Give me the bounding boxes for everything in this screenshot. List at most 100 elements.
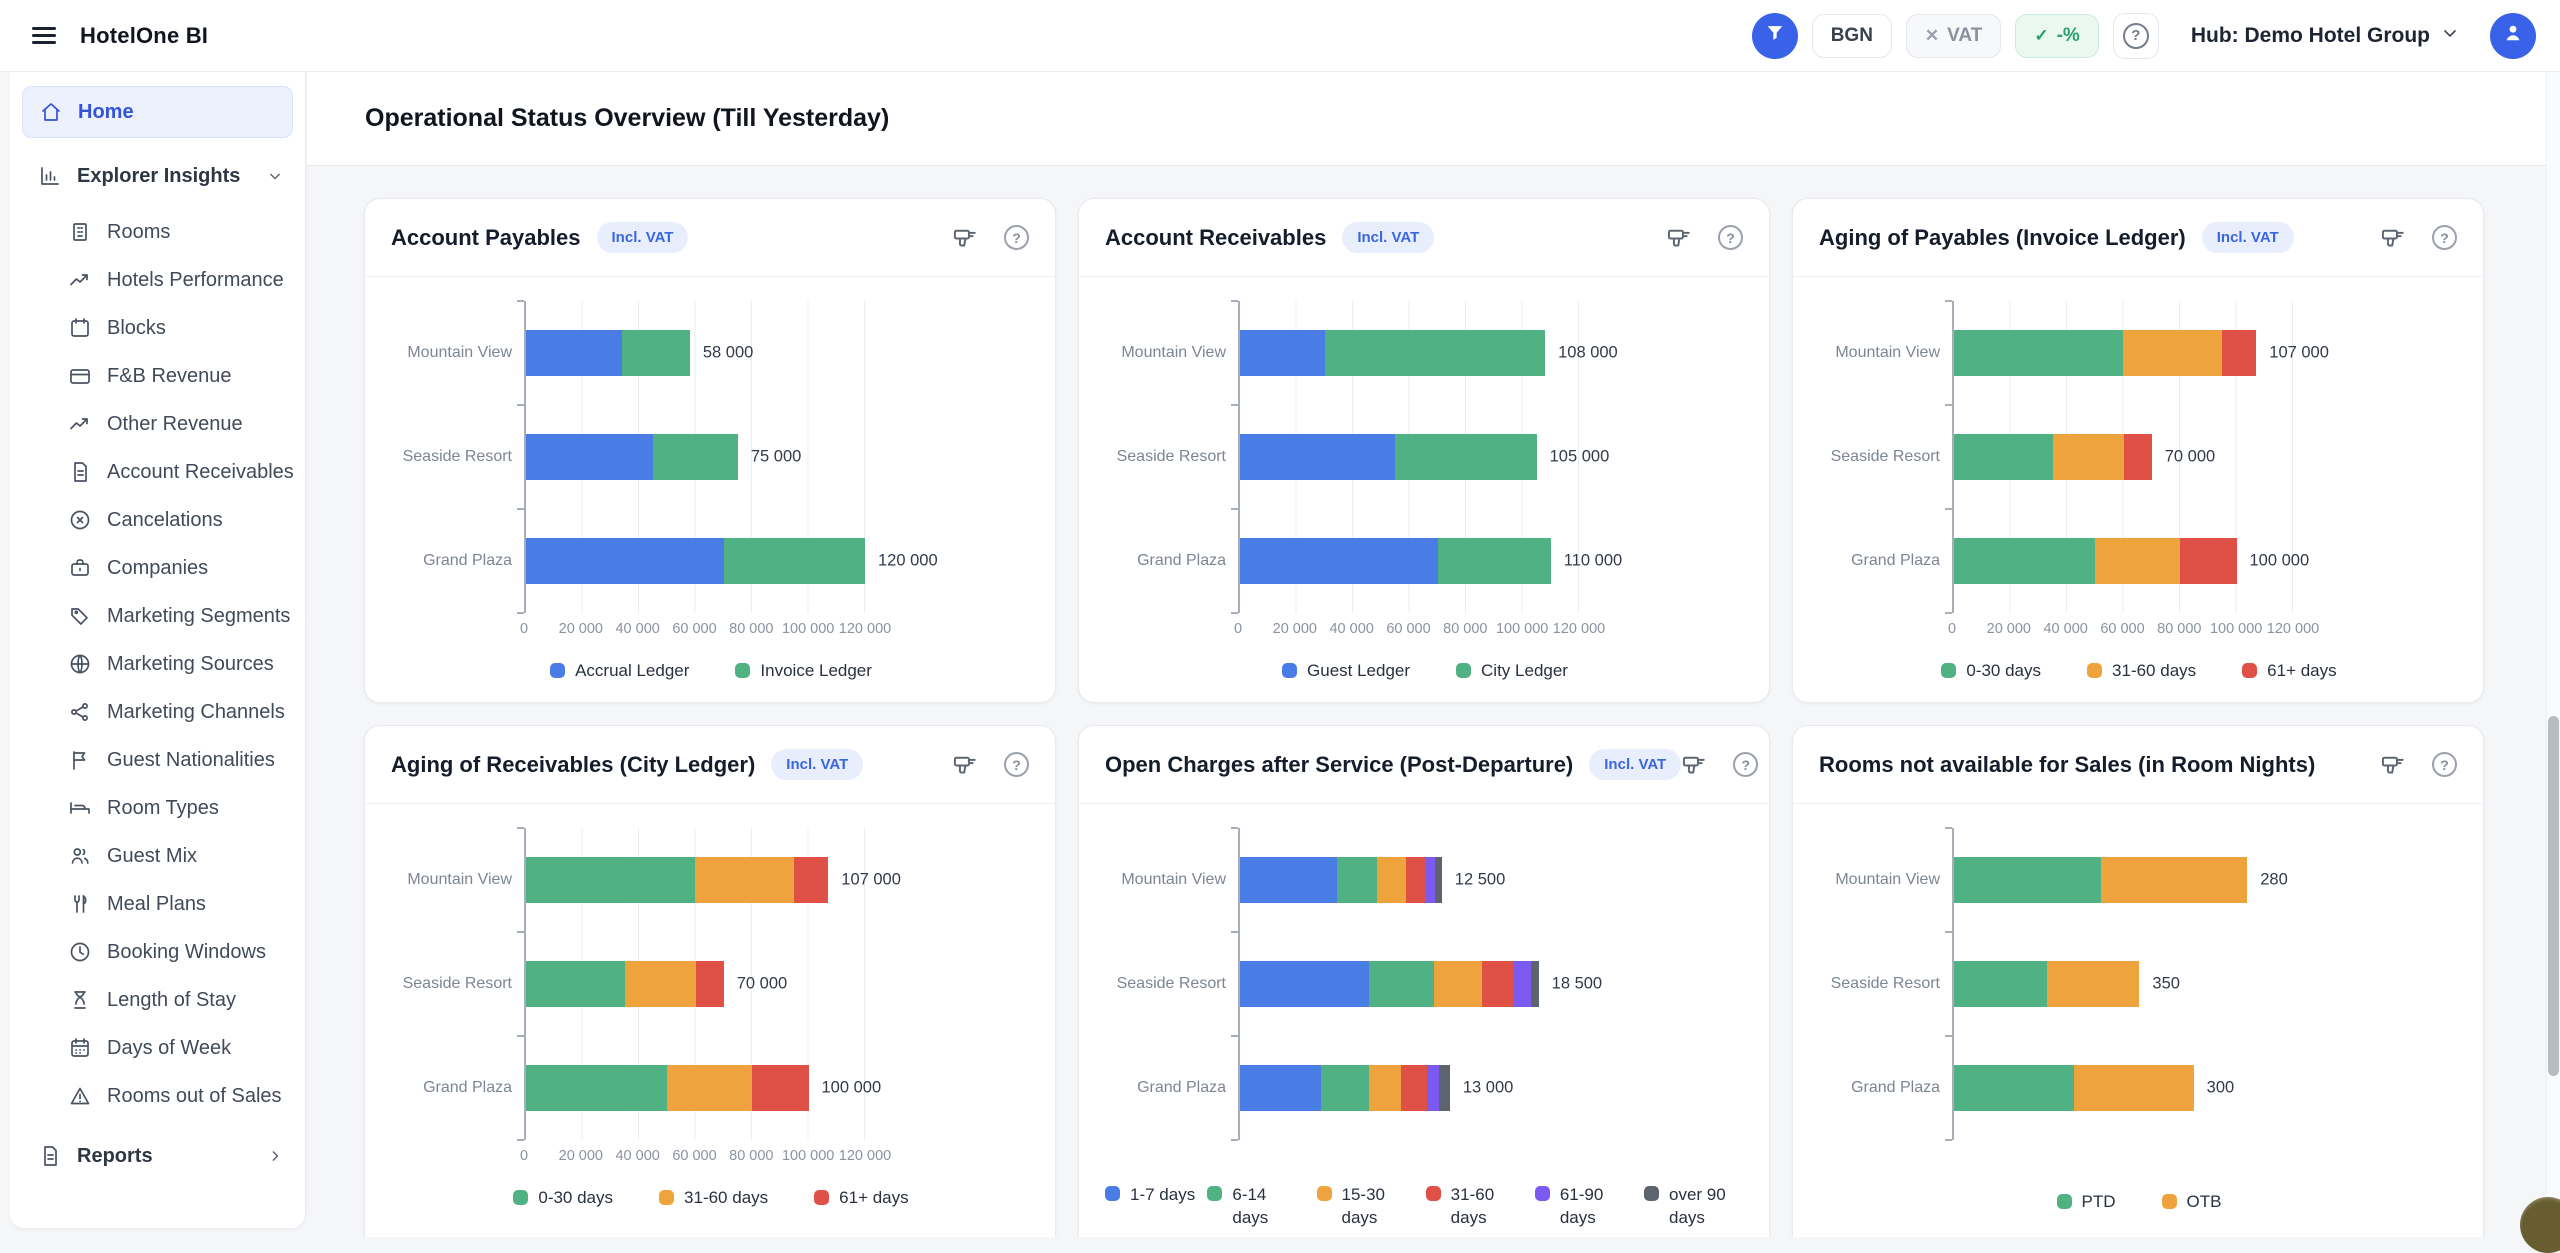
- bar-segment-61-days[interactable]: [2180, 538, 2237, 584]
- sidebar-item-blocks[interactable]: Blocks: [10, 304, 305, 352]
- bar-segment-61-days[interactable]: [2124, 434, 2152, 480]
- sidebar-item-reports[interactable]: Reports: [10, 1132, 305, 1180]
- bar-segment-1-7-days[interactable]: [1240, 961, 1369, 1007]
- sidebar-item-rooms[interactable]: Rooms: [10, 208, 305, 256]
- legend-item-0-30-days[interactable]: 0-30 days: [1941, 661, 2041, 681]
- chart-help-icon[interactable]: ?: [2432, 225, 2457, 250]
- legend-item-61-days[interactable]: 61+ days: [2242, 661, 2336, 681]
- bar-segment-6-14-days[interactable]: [1337, 857, 1377, 903]
- legend-item-invoice-ledger[interactable]: Invoice Ledger: [735, 661, 872, 681]
- bar-segment-otb[interactable]: [2074, 1065, 2194, 1111]
- legend-item-over-90-days[interactable]: over 90 days: [1644, 1184, 1741, 1230]
- bar-segment-31-60-days[interactable]: [2123, 330, 2222, 376]
- bar-segment-city-ledger[interactable]: [1325, 330, 1545, 376]
- legend-item-31-60-days[interactable]: 31-60 days: [2087, 661, 2196, 681]
- bar-segment-city-ledger[interactable]: [1395, 434, 1536, 480]
- sidebar-item-marketing-channels[interactable]: Marketing Channels: [10, 688, 305, 736]
- chart-help-icon[interactable]: ?: [1004, 225, 1029, 250]
- sidebar-item-booking-windows[interactable]: Booking Windows: [10, 928, 305, 976]
- user-avatar[interactable]: [2490, 13, 2536, 59]
- bar-segment-15-30-days[interactable]: [1377, 857, 1406, 903]
- bar-segment-accrual-ledger[interactable]: [526, 538, 724, 584]
- chart-help-icon[interactable]: ?: [1733, 752, 1758, 777]
- sidebar-item-rooms-out-of-sales[interactable]: Rooms out of Sales: [10, 1072, 305, 1120]
- bar-segment-accrual-ledger[interactable]: [526, 330, 622, 376]
- drilldown-icon[interactable]: [2380, 751, 2408, 779]
- bar-segment-ptd[interactable]: [1954, 961, 2047, 1007]
- legend-item-31-60-days[interactable]: 31-60 days: [659, 1188, 768, 1208]
- sidebar-item-days-of-week[interactable]: Days of Week: [10, 1024, 305, 1072]
- chart-help-icon[interactable]: ?: [1004, 752, 1029, 777]
- bar-segment-31-60-days[interactable]: [667, 1065, 752, 1111]
- bar-segment-6-14-days[interactable]: [1321, 1065, 1369, 1111]
- legend-item-61-90-days[interactable]: 61-90 days: [1535, 1184, 1632, 1230]
- hub-selector[interactable]: Hub: Demo Hotel Group: [2191, 23, 2460, 49]
- bar-segment-61-days[interactable]: [2222, 330, 2256, 376]
- sidebar-item-room-types[interactable]: Room Types: [10, 784, 305, 832]
- bar-segment-31-60-days[interactable]: [625, 961, 696, 1007]
- chart-help-icon[interactable]: ?: [2432, 752, 2457, 777]
- legend-item-6-14-days[interactable]: 6-14 days: [1207, 1184, 1304, 1230]
- legend-item-accrual-ledger[interactable]: Accrual Ledger: [550, 661, 689, 681]
- bar-segment-invoice-ledger[interactable]: [724, 538, 865, 584]
- filter-button[interactable]: [1752, 13, 1798, 59]
- bar-segment-0-30-days[interactable]: [526, 961, 625, 1007]
- chart-help-icon[interactable]: ?: [1718, 225, 1743, 250]
- sidebar-item-other-revenue[interactable]: Other Revenue: [10, 400, 305, 448]
- bar-segment-31-60-days[interactable]: [2053, 434, 2124, 480]
- sidebar-item-explorer-insights[interactable]: Explorer Insights: [10, 152, 305, 200]
- legend-item-city-ledger[interactable]: City Ledger: [1456, 661, 1568, 681]
- bar-segment-15-30-days[interactable]: [1369, 1065, 1401, 1111]
- bar-segment-0-30-days[interactable]: [1954, 538, 2095, 584]
- bar-segment-guest-ledger[interactable]: [1240, 538, 1438, 584]
- bar-segment-15-30-days[interactable]: [1434, 961, 1482, 1007]
- vat-toggle[interactable]: ✕ VAT: [1906, 14, 2001, 58]
- sidebar-item-guest-mix[interactable]: Guest Mix: [10, 832, 305, 880]
- sidebar-item-cancelations[interactable]: Cancelations: [10, 496, 305, 544]
- sidebar-item-meal-plans[interactable]: Meal Plans: [10, 880, 305, 928]
- help-button[interactable]: ?: [2113, 13, 2159, 59]
- bar-segment-accrual-ledger[interactable]: [526, 434, 653, 480]
- sidebar-item-hotels-performance[interactable]: Hotels Performance: [10, 256, 305, 304]
- bar-segment-31-60-days[interactable]: [695, 857, 794, 903]
- legend-item-61-days[interactable]: 61+ days: [814, 1188, 908, 1208]
- sidebar-item-companies[interactable]: Companies: [10, 544, 305, 592]
- bar-segment-over-90-days[interactable]: [1439, 1065, 1450, 1111]
- bar-segment-61-days[interactable]: [794, 857, 828, 903]
- drilldown-icon[interactable]: [1666, 224, 1694, 252]
- bar-segment-61-90-days[interactable]: [1514, 961, 1530, 1007]
- sidebar-item-guest-nationalities[interactable]: Guest Nationalities: [10, 736, 305, 784]
- bar-segment-1-7-days[interactable]: [1240, 1065, 1321, 1111]
- bar-segment-31-60-days[interactable]: [1482, 961, 1514, 1007]
- legend-item-15-30-days[interactable]: 15-30 days: [1317, 1184, 1414, 1230]
- bar-segment-guest-ledger[interactable]: [1240, 330, 1325, 376]
- legend-item-0-30-days[interactable]: 0-30 days: [513, 1188, 613, 1208]
- bar-segment-ptd[interactable]: [1954, 1065, 2074, 1111]
- bar-segment-0-30-days[interactable]: [526, 857, 695, 903]
- bar-segment-0-30-days[interactable]: [526, 1065, 667, 1111]
- bar-segment-over-90-days[interactable]: [1435, 857, 1441, 903]
- bar-segment-otb[interactable]: [2047, 961, 2140, 1007]
- bar-segment-0-30-days[interactable]: [1954, 434, 2053, 480]
- sidebar-item-account-receivables[interactable]: Account Receivables: [10, 448, 305, 496]
- menu-icon[interactable]: [32, 27, 56, 44]
- bar-segment-over-90-days[interactable]: [1531, 961, 1539, 1007]
- bar-segment-61-90-days[interactable]: [1427, 1065, 1438, 1111]
- drilldown-icon[interactable]: [2380, 224, 2408, 252]
- legend-item-31-60-days[interactable]: 31-60 days: [1426, 1184, 1523, 1230]
- bar-segment-otb[interactable]: [2101, 857, 2248, 903]
- sidebar-item-marketing-segments[interactable]: Marketing Segments: [10, 592, 305, 640]
- sidebar-item-home[interactable]: Home: [22, 86, 293, 138]
- legend-item-1-7-days[interactable]: 1-7 days: [1105, 1184, 1195, 1207]
- legend-item-otb[interactable]: OTB: [2162, 1192, 2222, 1212]
- bar-segment-61-days[interactable]: [696, 961, 724, 1007]
- bar-segment-6-14-days[interactable]: [1369, 961, 1434, 1007]
- drilldown-icon[interactable]: [952, 224, 980, 252]
- percent-toggle[interactable]: ✓ -%: [2015, 14, 2098, 58]
- legend-item-guest-ledger[interactable]: Guest Ledger: [1282, 661, 1410, 681]
- bar-segment-31-60-days[interactable]: [1406, 857, 1425, 903]
- bar-segment-invoice-ledger[interactable]: [653, 434, 738, 480]
- currency-toggle[interactable]: BGN: [1812, 14, 1892, 58]
- bar-segment-31-60-days[interactable]: [1401, 1065, 1427, 1111]
- bar-segment-invoice-ledger[interactable]: [622, 330, 690, 376]
